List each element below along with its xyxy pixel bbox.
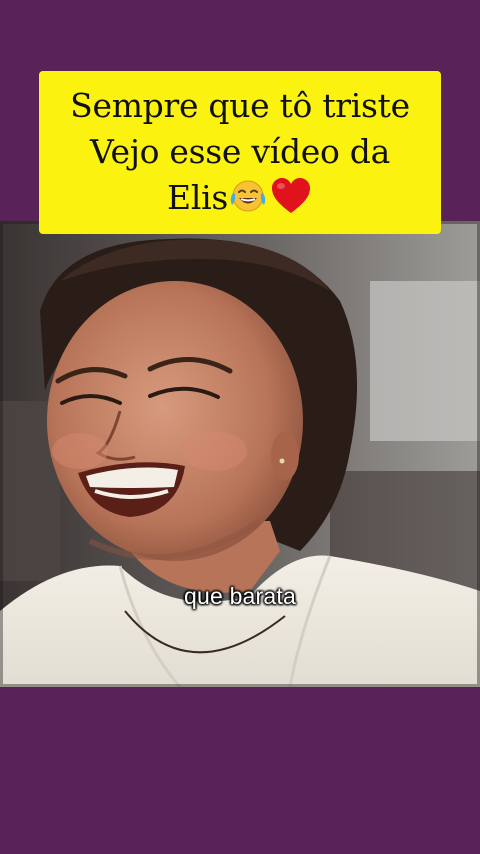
laughing-emoji-icon (229, 179, 267, 213)
caption-line-3: Elis (49, 175, 431, 221)
caption-line-3-text: Elis (167, 178, 228, 217)
video-frame[interactable] (0, 221, 480, 687)
caption-box: Sempre que tô triste Vejo esse vídeo da … (39, 71, 441, 234)
video-post-screen: { "overlay_caption": { "line1": "Sempre … (0, 0, 480, 854)
video-subtitle: que barata (184, 583, 296, 609)
video-still-image (0, 221, 480, 687)
caption-line-1: Sempre que tô triste (70, 86, 410, 125)
caption-line-2: Vejo esse vídeo da (90, 132, 390, 171)
heart-emoji-icon (269, 176, 313, 216)
